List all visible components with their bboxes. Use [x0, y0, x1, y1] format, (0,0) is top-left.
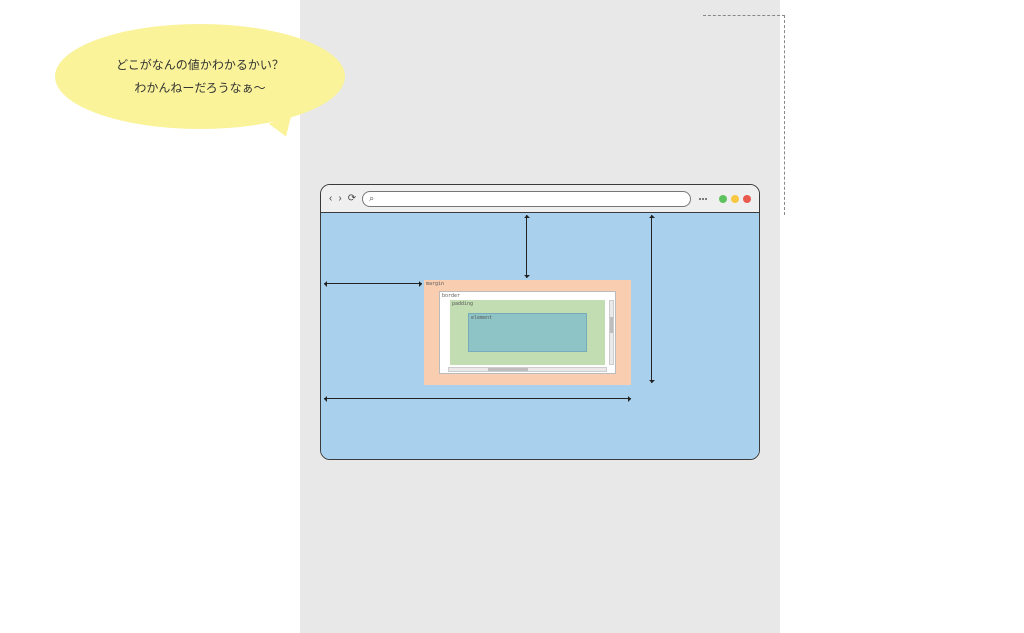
padding-label: padding: [452, 301, 473, 307]
bubble-line-1: どこがなんの値かわかるかい？: [116, 54, 284, 77]
search-icon: ⌕: [369, 193, 374, 204]
box-model-border: border padding element: [439, 291, 616, 374]
margin-label: margin: [426, 281, 444, 287]
back-button[interactable]: ‹: [329, 193, 332, 204]
maximize-button[interactable]: [731, 195, 739, 203]
scrollbar-horizontal-icon: [448, 367, 607, 372]
element-label: element: [471, 315, 492, 321]
dimension-margin-top-arrow: [526, 215, 527, 278]
more-menu-icon[interactable]: [699, 198, 707, 200]
browser-toolbar: ‹ › ⟳ ⌕: [321, 185, 759, 213]
dimension-width-arrow: [324, 398, 631, 399]
dimension-height-arrow: [651, 215, 652, 383]
forward-button[interactable]: ›: [338, 193, 341, 204]
speech-bubble: どこがなんの値かわかるかい？ わかんねーだろうなぁ〜: [55, 24, 345, 129]
close-button[interactable]: [743, 195, 751, 203]
box-model-padding: padding element: [450, 300, 605, 365]
bubble-line-2: わかんねーだろうなぁ〜: [134, 77, 265, 100]
browser-window: ‹ › ⟳ ⌕ margin border: [320, 184, 760, 460]
border-label: border: [442, 293, 460, 299]
address-bar[interactable]: ⌕: [362, 191, 691, 207]
dimension-margin-left-arrow: [324, 283, 422, 284]
box-model-element: element: [468, 313, 587, 352]
scrollbar-vertical-icon: [609, 300, 614, 365]
minimize-button[interactable]: [719, 195, 727, 203]
reload-button[interactable]: ⟳: [348, 193, 356, 204]
box-model-margin: margin border padding element: [424, 280, 631, 385]
traffic-lights: [719, 195, 751, 203]
browser-viewport: margin border padding element: [321, 213, 759, 459]
